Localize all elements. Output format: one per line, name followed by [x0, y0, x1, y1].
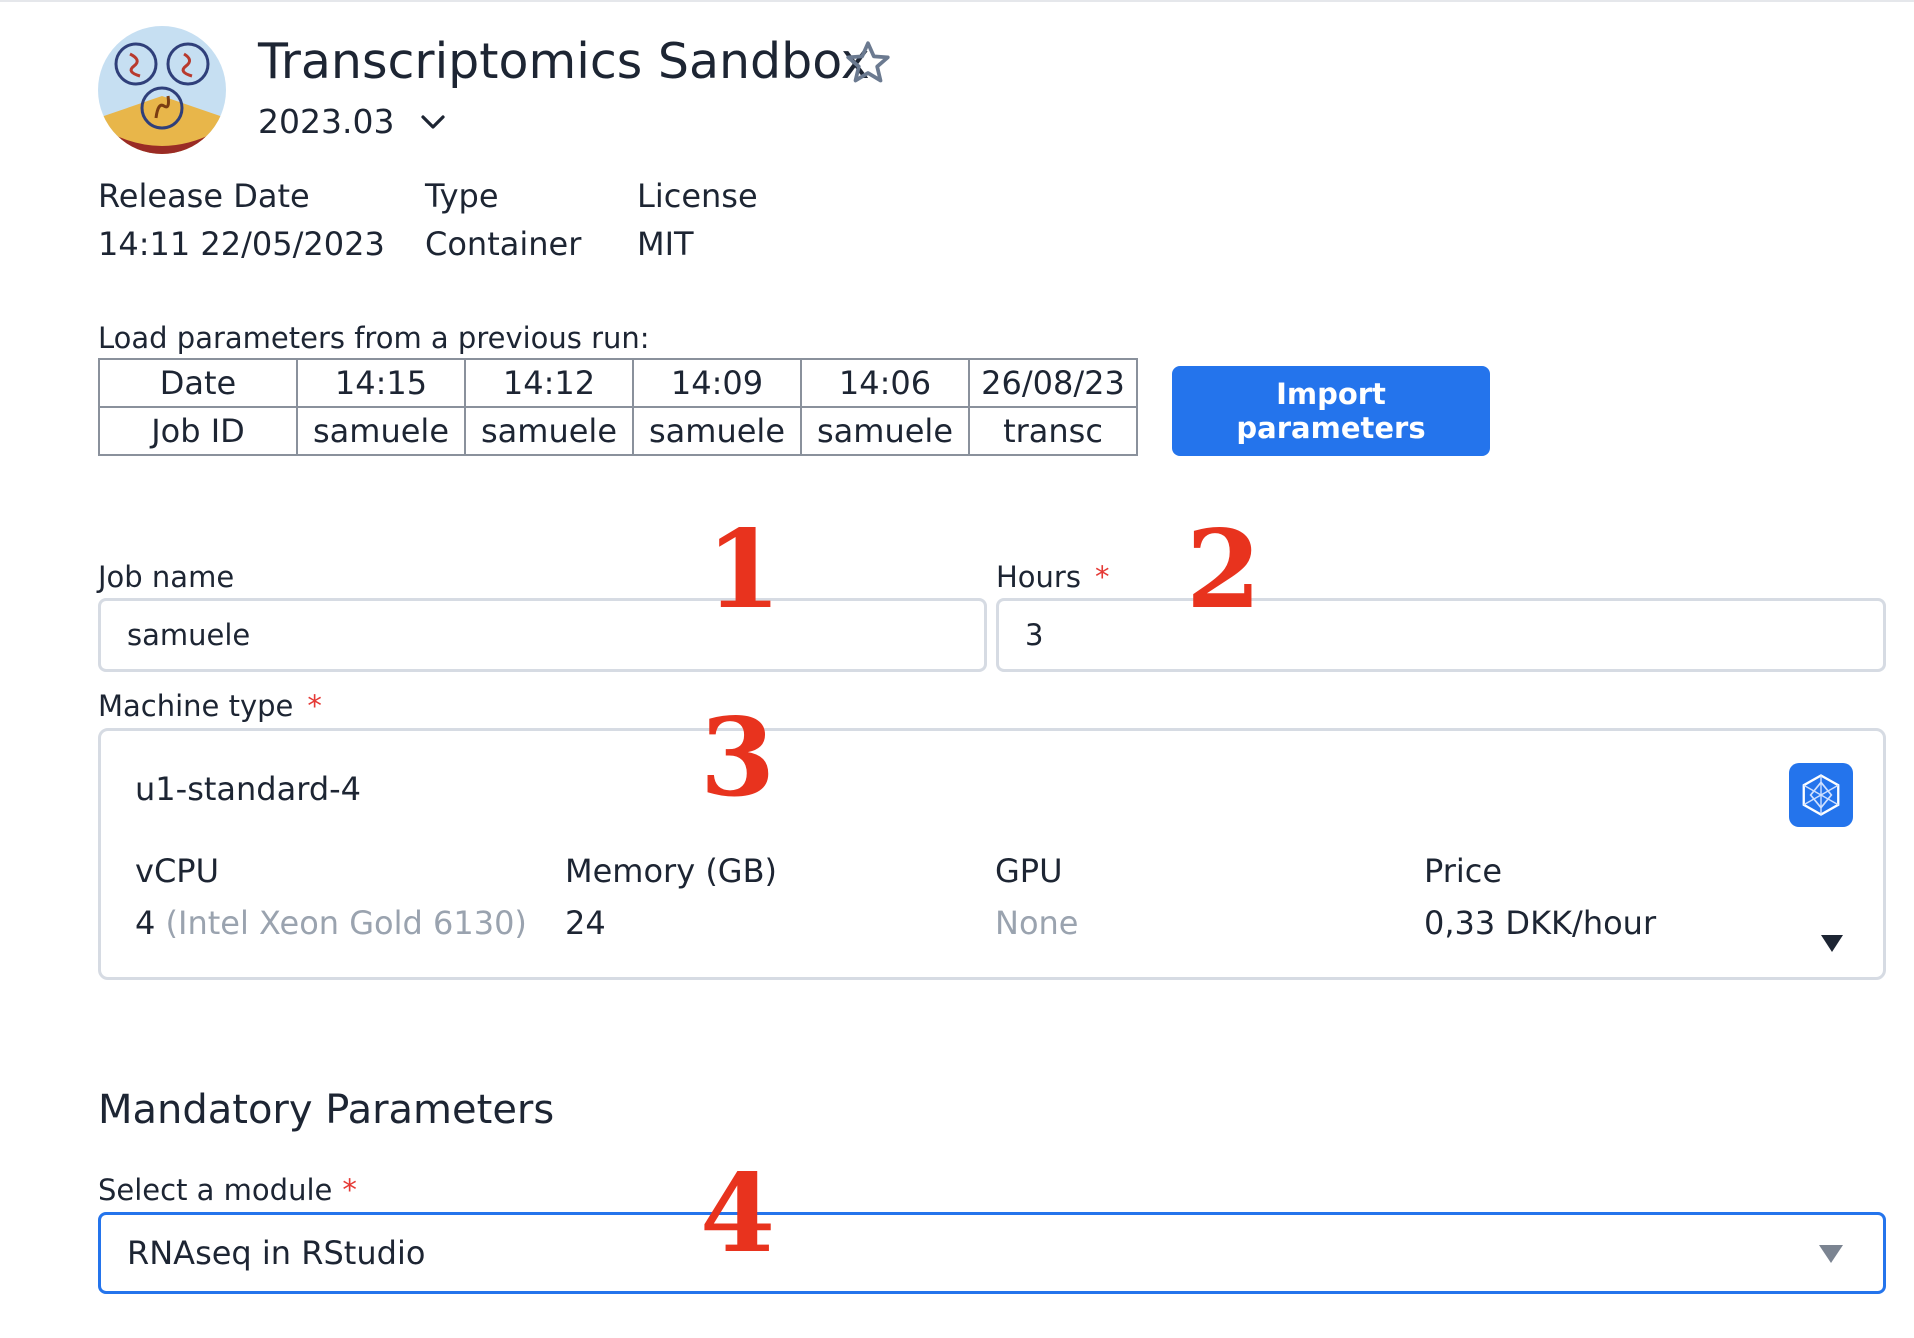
- license-value: MIT: [637, 225, 694, 263]
- annotation-number: 4: [700, 1151, 776, 1277]
- hours-value: 3: [1025, 618, 1044, 652]
- runs-jobid-row: Job ID samuele samuele samuele samuele t…: [98, 406, 1138, 456]
- release-date-info: Release Date 14:11 22/05/2023: [98, 172, 385, 268]
- gpu-label: GPU: [995, 852, 1063, 890]
- section-title: Mandatory Parameters: [98, 1087, 555, 1133]
- type-value: Container: [425, 225, 582, 263]
- page-title: Transcriptomics Sandbox: [258, 33, 870, 90]
- module-label-wrap: Select a module *: [98, 1170, 357, 1210]
- memory-label: Memory (GB): [565, 852, 778, 890]
- module-select-value: RNAseq in RStudio: [127, 1234, 426, 1272]
- run-date[interactable]: 14:12: [464, 358, 634, 408]
- price-label: Price: [1424, 852, 1503, 890]
- run-job-id[interactable]: samuele: [296, 406, 466, 456]
- module-select[interactable]: RNAseq in RStudio: [98, 1212, 1886, 1294]
- version-selector[interactable]: 2023.03: [258, 98, 448, 146]
- license-info: License MIT: [637, 172, 758, 268]
- jobid-header: Job ID: [98, 406, 298, 456]
- chevron-down-icon: [421, 115, 446, 129]
- run-date[interactable]: 14:15: [296, 358, 466, 408]
- run-date[interactable]: 14:09: [632, 358, 802, 408]
- memory-value: 24: [565, 904, 606, 942]
- run-date[interactable]: 26/08/23: [968, 358, 1138, 408]
- caret-down-icon: [1821, 935, 1843, 952]
- previous-runs-table: Date 14:15 14:12 14:09 14:06 26/08/23 Jo…: [98, 358, 1138, 456]
- hours-input[interactable]: 3: [996, 598, 1886, 672]
- run-job-id[interactable]: samuele: [800, 406, 970, 456]
- runs-date-row: Date 14:15 14:12 14:09 14:06 26/08/23: [98, 358, 1138, 408]
- vcpu-label: vCPU: [135, 852, 219, 890]
- job-name-label: Job name: [98, 560, 235, 594]
- run-job-id[interactable]: transc: [968, 406, 1138, 456]
- vcpu-value-wrap: 4 (Intel Xeon Gold 6130): [135, 901, 527, 945]
- run-date[interactable]: 14:06: [800, 358, 970, 408]
- type-info: Type Container: [425, 172, 581, 268]
- run-job-id[interactable]: samuele: [464, 406, 634, 456]
- gpu-value: None: [995, 904, 1079, 942]
- hexagon-network-icon: [1789, 763, 1853, 827]
- machine-type-label-wrap: Machine type *: [98, 686, 322, 726]
- required-asterisk: *: [307, 689, 322, 723]
- release-date-label: Release Date: [98, 177, 310, 215]
- license-label: License: [637, 177, 758, 215]
- machine-name: u1-standard-4: [135, 770, 362, 808]
- annotation-number: 1: [706, 507, 782, 633]
- vcpu-detail: (Intel Xeon Gold 6130): [165, 904, 527, 942]
- import-parameters-button[interactable]: Import parameters: [1172, 366, 1490, 456]
- top-divider: [0, 0, 1914, 2]
- required-asterisk: *: [342, 1173, 357, 1207]
- job-name-input[interactable]: samuele: [98, 598, 987, 672]
- required-asterisk: *: [1094, 560, 1110, 594]
- load-parameters-label: Load parameters from a previous run:: [98, 321, 650, 355]
- run-job-id[interactable]: samuele: [632, 406, 802, 456]
- module-label: Select a module: [98, 1173, 333, 1207]
- type-label: Type: [425, 177, 499, 215]
- machine-type-selector[interactable]: u1-standard-4 vCPU 4 (Intel Xeon Gold 61…: [98, 728, 1886, 980]
- hours-label-wrap: Hours *: [996, 557, 1109, 597]
- annotation-number: 3: [700, 695, 776, 821]
- price-value: 0,33 DKK/hour: [1424, 904, 1657, 942]
- release-date-value: 14:11 22/05/2023: [98, 225, 385, 263]
- vcpu-value: 4: [135, 904, 156, 942]
- date-header: Date: [98, 358, 298, 408]
- app-logo: [98, 26, 226, 154]
- job-name-value: samuele: [127, 618, 251, 652]
- caret-down-icon: [1819, 1245, 1843, 1263]
- machine-type-label: Machine type: [98, 689, 294, 723]
- hours-label: Hours: [996, 560, 1081, 594]
- version-label: 2023.03: [258, 102, 395, 141]
- annotation-number: 2: [1186, 507, 1262, 633]
- star-icon[interactable]: [843, 38, 893, 88]
